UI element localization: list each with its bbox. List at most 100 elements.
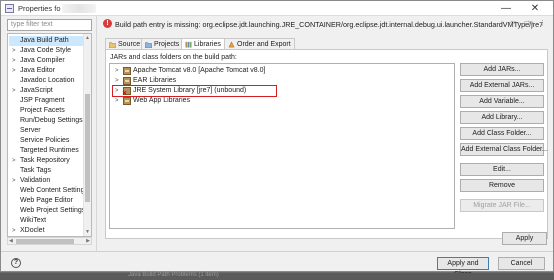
tree-item[interactable]: JSP Fragment xyxy=(9,96,83,106)
tab-order-and-export[interactable]: Order and Export xyxy=(224,38,295,49)
tree-item-label: Web Project Settings xyxy=(20,207,86,214)
tree-item[interactable]: > Java Code Style xyxy=(9,46,83,56)
tree-item[interactable]: Project Facets xyxy=(9,106,83,116)
edit-button[interactable]: Edit... xyxy=(460,163,544,176)
tree-item-label: Task Repository xyxy=(20,157,70,164)
tab-label: Source xyxy=(118,41,141,48)
tree-horizontal-scrollbar[interactable]: ◀ ▶ xyxy=(7,237,92,245)
tree-item[interactable]: Java Build Path xyxy=(9,36,83,46)
properties-dialog: Properties fo — ✕ type filter text Java … xyxy=(0,0,554,278)
tree-item-label: Validation xyxy=(20,177,51,184)
pane-divider[interactable] xyxy=(96,16,97,251)
tree-item-label: Java Build Path xyxy=(20,37,69,44)
tree-item-label: Java Code Style xyxy=(20,47,71,54)
tree-item-label: Targeted Runtimes xyxy=(20,147,79,154)
expand-arrow-icon[interactable]: > xyxy=(12,46,16,56)
library-item[interactable]: > Web App Libraries xyxy=(114,96,190,106)
add-jars-button[interactable]: Add JARs... xyxy=(460,63,544,76)
error-message: Build path entry is missing: org.eclipse… xyxy=(115,20,544,29)
error-icon: ! xyxy=(103,19,112,28)
expand-arrow-icon[interactable]: > xyxy=(115,86,119,96)
tree-item[interactable]: > Java Compiler xyxy=(9,56,83,66)
expand-arrow-icon[interactable]: > xyxy=(12,86,16,96)
tree-item[interactable]: > Task Repository xyxy=(9,156,83,166)
expand-arrow-icon[interactable]: > xyxy=(12,176,16,186)
filter-input[interactable]: type filter text xyxy=(7,19,92,31)
tree-vertical-scrollbar[interactable]: ▲ ▼ xyxy=(83,34,91,236)
tree-item-label: WikiText xyxy=(20,217,47,224)
tree-item-label: Task Tags xyxy=(20,167,51,174)
tree-item[interactable]: > JavaScript xyxy=(9,86,83,96)
expand-arrow-icon[interactable]: > xyxy=(12,66,16,76)
library-item[interactable]: > Apache Tomcat v8.0 [Apache Tomcat v8.0… xyxy=(114,66,265,76)
add-external-class-folder-button[interactable]: Add External Class Folder... xyxy=(460,143,548,156)
add-variable-button[interactable]: Add Variable... xyxy=(460,95,544,108)
tab-label: Projects xyxy=(154,41,180,48)
title-bar: Properties fo — ✕ xyxy=(1,1,553,16)
properties-window-icon xyxy=(5,4,14,13)
tree-item[interactable]: WikiText xyxy=(9,216,83,226)
forward-dropdown-icon[interactable]: ▾ xyxy=(531,21,534,27)
library-label: Apache Tomcat v8.0 [Apache Tomcat v8.0] xyxy=(133,67,266,74)
property-page-tree[interactable]: Java Build Path > Java Code Style > Java Com… xyxy=(7,33,92,237)
tree-item[interactable]: Run/Debug Settings xyxy=(9,116,83,126)
add-library-button[interactable]: Add Library... xyxy=(460,111,544,124)
forward-arrow-icon[interactable]: ⇨ xyxy=(524,18,531,27)
tab-label: Libraries xyxy=(194,41,221,48)
tree-item[interactable]: Web Page Editor xyxy=(9,196,83,206)
tree-item-label: Javadoc Location xyxy=(20,77,75,84)
expand-arrow-icon[interactable]: > xyxy=(115,76,119,86)
tree-item[interactable]: Javadoc Location xyxy=(9,76,83,86)
view-menu-icon[interactable]: ⋮ xyxy=(539,19,546,27)
tree-item[interactable]: Web Content Settings xyxy=(9,186,88,196)
scroll-down-arrow-icon[interactable]: ▼ xyxy=(85,229,90,235)
tree-item[interactable]: Task Tags xyxy=(9,166,83,176)
cancel-button[interactable]: Cancel xyxy=(498,257,545,270)
tree-item[interactable]: Targeted Runtimes xyxy=(9,146,83,156)
remove-button[interactable]: Remove xyxy=(460,179,544,192)
tab-source[interactable]: Source xyxy=(105,38,142,49)
tree-item-label: JSP Fragment xyxy=(20,97,65,104)
libraries-list[interactable]: > Apache Tomcat v8.0 [Apache Tomcat v8.0… xyxy=(109,63,455,229)
close-button[interactable]: ✕ xyxy=(524,1,546,16)
library-item-jre-unbound[interactable]: > JRE System Library [jre7] (unbound) xyxy=(112,85,277,97)
tree-item-label: Server xyxy=(20,127,41,134)
tab-projects[interactable]: Projects xyxy=(141,38,182,49)
scroll-left-arrow-icon[interactable]: ◀ xyxy=(9,238,13,244)
scroll-thumb[interactable] xyxy=(85,94,90,202)
add-external-jars-button[interactable]: Add External JARs... xyxy=(460,79,544,92)
expand-arrow-icon[interactable]: > xyxy=(12,226,16,236)
scroll-up-arrow-icon[interactable]: ▲ xyxy=(85,35,90,41)
library-label: EAR Libraries xyxy=(133,77,177,84)
tree-item[interactable]: Server xyxy=(9,126,83,136)
window-title: Properties fo xyxy=(18,4,61,13)
tree-item[interactable]: Web Project Settings xyxy=(9,206,86,216)
tree-item[interactable]: > Java Editor xyxy=(9,66,83,76)
h-scroll-thumb[interactable] xyxy=(16,239,74,244)
library-jar-icon xyxy=(123,77,131,85)
tree-item-label: Run/Debug Settings xyxy=(20,117,83,124)
tree-item[interactable]: > XDoclet xyxy=(9,226,83,236)
back-arrow-icon[interactable]: ⇦ xyxy=(510,18,517,27)
library-item[interactable]: > EAR Libraries xyxy=(114,76,176,86)
migrate-jar-button[interactable]: Migrate JAR File... xyxy=(460,199,544,212)
tree-item[interactable]: Service Policies xyxy=(9,136,83,146)
libraries-icon xyxy=(185,41,192,48)
back-dropdown-icon[interactable]: ▾ xyxy=(517,21,520,27)
redacted-project-name xyxy=(62,4,96,13)
minimize-button[interactable]: — xyxy=(495,1,517,16)
expand-arrow-icon[interactable]: > xyxy=(115,66,119,76)
tab-label: Order and Export xyxy=(237,41,291,48)
add-class-folder-button[interactable]: Add Class Folder... xyxy=(460,127,544,140)
tree-item[interactable]: > Validation xyxy=(9,176,83,186)
expand-arrow-icon[interactable]: > xyxy=(115,96,119,106)
background-problems-text: Java Build Path Problems (1 item) xyxy=(128,272,219,278)
footer-divider xyxy=(1,251,553,252)
expand-arrow-icon[interactable]: > xyxy=(12,156,16,166)
apply-and-close-button[interactable]: Apply and Close xyxy=(437,257,489,278)
help-icon[interactable]: ? xyxy=(11,258,21,268)
tree-item-label: JavaScript xyxy=(20,87,53,94)
expand-arrow-icon[interactable]: > xyxy=(12,56,16,66)
scroll-right-arrow-icon[interactable]: ▶ xyxy=(86,238,90,244)
apply-button[interactable]: Apply xyxy=(502,232,547,245)
